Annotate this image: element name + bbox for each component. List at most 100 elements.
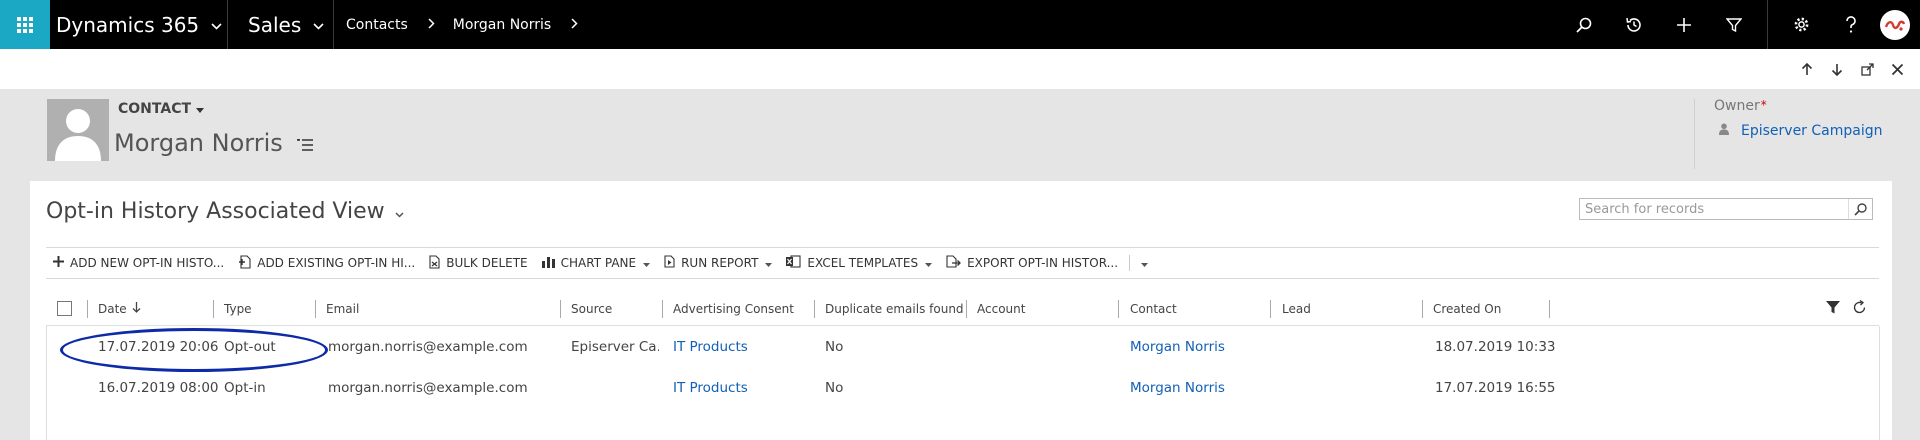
entity-label: CONTACT [118, 101, 192, 117]
add-icon [1677, 17, 1691, 32]
column-divider [87, 300, 88, 318]
column-header-account[interactable]: Account [977, 292, 1025, 326]
arrow-up-icon [1801, 62, 1813, 75]
cell-email: morgan.norris@example.com [328, 380, 528, 396]
next-record-button[interactable] [1822, 54, 1852, 84]
cell-created-on: 18.07.2019 10:33 [1435, 339, 1556, 355]
previous-record-button[interactable] [1792, 54, 1822, 84]
caret-down-icon [765, 256, 773, 270]
run-report-button[interactable]: RUN REPORT [657, 248, 779, 278]
app-launcher-button[interactable] [0, 0, 50, 49]
nav-icon-group [1559, 0, 1920, 49]
search-input[interactable] [1580, 199, 1848, 219]
breadcrumb-record[interactable]: Morgan Norris [453, 17, 551, 33]
column-divider [560, 300, 561, 318]
export-button[interactable]: EXPORT OPT-IN HISTOR... [939, 248, 1125, 278]
annotation-highlight-oval [60, 328, 328, 372]
column-header-date[interactable]: Date [98, 292, 141, 326]
column-header-contact[interactable]: Contact [1130, 292, 1177, 326]
column-divider [1549, 300, 1550, 318]
person-placeholder-icon [55, 109, 101, 161]
settings-button[interactable] [1776, 0, 1826, 49]
left-gutter [0, 181, 30, 440]
area-switcher[interactable]: Sales [228, 0, 334, 49]
sort-descending-icon [132, 302, 141, 316]
cell-duplicate: No [825, 380, 844, 396]
column-divider [315, 300, 316, 318]
refresh-icon[interactable] [1852, 299, 1867, 318]
cell-advertising-consent-link[interactable]: IT Products [673, 327, 748, 367]
app-name: Dynamics 365 [56, 12, 200, 37]
cell-contact-link[interactable]: Morgan Norris [1130, 368, 1225, 408]
close-icon [1891, 63, 1903, 75]
filter-icon [1726, 17, 1742, 32]
record-navigation-tools [1720, 49, 1920, 89]
form-selector-icon[interactable] [296, 129, 313, 157]
help-icon [1846, 15, 1856, 33]
owner-value[interactable]: Episerver Campaign [1741, 123, 1883, 139]
column-divider [966, 300, 967, 318]
column-header-type[interactable]: Type [224, 292, 252, 326]
view-selector[interactable]: Opt-in History Associated View [46, 199, 404, 224]
entity-selector[interactable]: CONTACT [118, 101, 205, 117]
arrow-down-icon [1831, 63, 1843, 76]
user-avatar-button[interactable] [1880, 9, 1910, 40]
column-divider [1422, 300, 1423, 318]
column-divider [814, 300, 815, 318]
grid-border [1879, 326, 1880, 440]
column-header-advertising-consent[interactable]: Advertising Consent [673, 292, 794, 326]
table-row[interactable]: 16.07.2019 08:00 Opt-in morgan.norris@ex… [46, 368, 1879, 408]
column-header-duplicate-emails[interactable]: Duplicate emails found [825, 292, 964, 326]
more-commands-button[interactable] [1134, 248, 1155, 278]
breadcrumb-contacts[interactable]: Contacts [346, 17, 408, 33]
plus-icon [53, 256, 64, 270]
select-all-checkbox[interactable] [57, 301, 72, 316]
caret-down-icon [1141, 256, 1149, 270]
recent-button[interactable] [1609, 0, 1659, 49]
close-record-button[interactable] [1882, 54, 1912, 84]
export-icon [946, 255, 961, 271]
help-button[interactable] [1826, 0, 1876, 49]
required-indicator: * [1760, 98, 1767, 112]
view-title: Opt-in History Associated View [46, 199, 385, 224]
app-switcher[interactable]: Dynamics 365 [50, 0, 228, 49]
bulk-delete-button[interactable]: BULK DELETE [422, 248, 534, 278]
create-button[interactable] [1659, 0, 1709, 49]
waffle-icon [17, 16, 33, 33]
chevron-right-icon[interactable] [571, 17, 578, 33]
gear-icon [1794, 17, 1808, 32]
record-header: CONTACT Morgan Norris Owner* Episerver C… [0, 89, 1920, 181]
grid-tools [1814, 292, 1867, 326]
search-icon [1576, 17, 1592, 33]
cell-contact-link[interactable]: Morgan Norris [1130, 327, 1225, 367]
search-records-box [1579, 198, 1873, 220]
cell-source: Episerver Ca... [571, 339, 659, 355]
chart-pane-button[interactable]: CHART PANE [535, 248, 657, 278]
column-header-created-on[interactable]: Created On [1433, 292, 1501, 326]
search-button[interactable] [1559, 0, 1609, 49]
owner-field[interactable]: Episerver Campaign [1719, 123, 1883, 139]
cell-advertising-consent-link[interactable]: IT Products [673, 368, 748, 408]
column-header-source[interactable]: Source [571, 292, 612, 326]
right-gutter [1892, 181, 1920, 440]
column-header-email[interactable]: Email [326, 292, 359, 326]
caret-down-icon [643, 256, 651, 270]
report-icon [664, 255, 675, 271]
filter-icon[interactable] [1826, 301, 1840, 317]
search-button[interactable] [1848, 199, 1872, 219]
contact-photo[interactable] [47, 99, 109, 161]
pop-out-button[interactable] [1852, 54, 1882, 84]
cell-email: morgan.norris@example.com [328, 339, 528, 355]
cell-date: 16.07.2019 08:00 [98, 380, 219, 396]
chevron-right-icon [428, 17, 435, 33]
record-title: Morgan Norris [114, 129, 313, 157]
chevron-down-icon [395, 199, 404, 224]
top-nav-bar: Dynamics 365 Sales Contacts Morgan Norri… [0, 0, 1920, 49]
add-new-button[interactable]: ADD NEW OPT-IN HISTO... [46, 248, 231, 278]
owner-label: Owner* [1714, 98, 1767, 114]
excel-templates-button[interactable]: EXCEL TEMPLATES [779, 248, 939, 278]
excel-icon [786, 255, 801, 271]
add-existing-button[interactable]: ADD EXISTING OPT-IN HI... [231, 248, 422, 278]
column-header-lead[interactable]: Lead [1282, 292, 1311, 326]
advanced-find-button[interactable] [1709, 0, 1759, 49]
